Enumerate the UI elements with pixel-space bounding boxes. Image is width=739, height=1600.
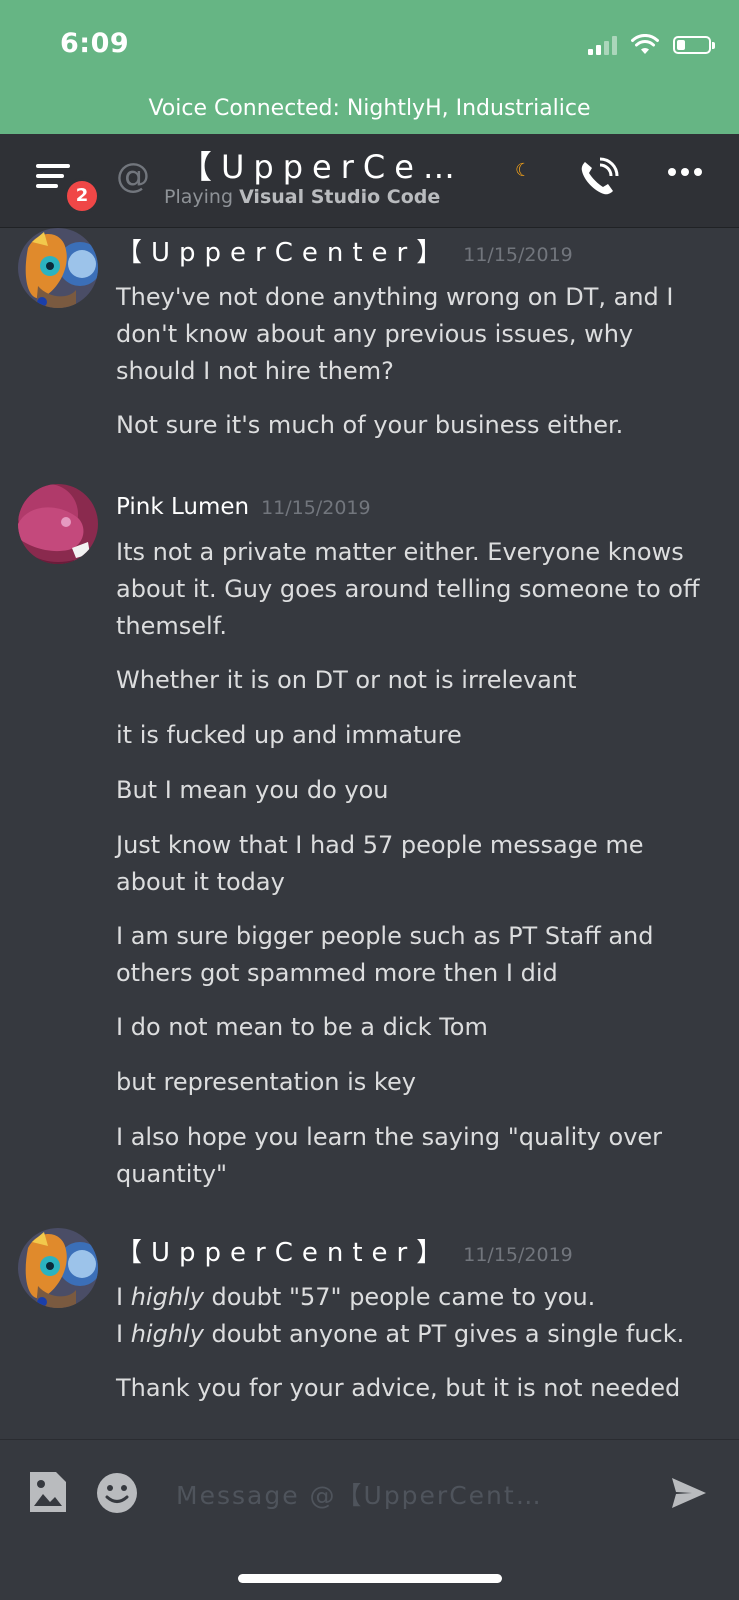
message-composer: Message @【UpperCent… bbox=[0, 1439, 739, 1600]
avatar[interactable] bbox=[18, 484, 98, 564]
message-line: it is fucked up and immature bbox=[116, 721, 462, 749]
status-icons bbox=[588, 30, 715, 60]
cellular-signal-icon bbox=[588, 35, 617, 55]
message-author[interactable]: 【UpperCenter】 11/15/2019 bbox=[116, 232, 573, 269]
message-line: I do not mean to be a dick Tom bbox=[116, 1013, 488, 1041]
image-upload-icon[interactable] bbox=[28, 1470, 68, 1514]
dm-header: 2 @ 【UpperCe… ☾ Playing Visual Studio Co… bbox=[0, 134, 739, 228]
notification-badge: 2 bbox=[64, 178, 100, 214]
voice-connected-banner[interactable]: 6:09 Voice Connected: NightlyH, Industri… bbox=[0, 0, 739, 134]
author-name[interactable]: 【UpperCenter】 bbox=[116, 1238, 451, 1268]
message-line: Just know that I had 57 people message m… bbox=[116, 831, 644, 896]
at-icon: @ bbox=[116, 156, 150, 196]
playing-app: Visual Studio Code bbox=[239, 186, 441, 208]
send-icon[interactable] bbox=[670, 1476, 708, 1510]
author-name[interactable]: Pink Lumen bbox=[116, 494, 249, 520]
home-indicator bbox=[238, 1574, 502, 1583]
message-line: Not sure it's much of your business eith… bbox=[116, 411, 624, 439]
message-input[interactable]: Message @【UpperCent… bbox=[176, 1476, 543, 1512]
message-line: I am sure bigger people such as PT Staff… bbox=[116, 922, 654, 987]
message-list[interactable]: 【UpperCenter】 11/15/2019 They've not done… bbox=[0, 228, 739, 1439]
message-line: I highly doubt anyone at PT gives a sing… bbox=[116, 1320, 685, 1348]
author-name[interactable]: 【UpperCenter】 bbox=[116, 238, 451, 268]
message-line: They've not done anything wrong on DT, a… bbox=[116, 283, 674, 385]
emoji-icon[interactable] bbox=[96, 1472, 138, 1514]
more-options-button[interactable] bbox=[668, 168, 702, 176]
status-time: 6:09 bbox=[60, 28, 130, 59]
battery-icon bbox=[673, 36, 715, 54]
message-line: but representation is key bbox=[116, 1068, 416, 1096]
avatar[interactable] bbox=[18, 1228, 98, 1308]
message-timestamp: 11/15/2019 bbox=[261, 497, 371, 519]
message-author[interactable]: 【UpperCenter】 11/15/2019 bbox=[116, 1232, 573, 1269]
wifi-icon bbox=[631, 34, 659, 54]
message-line: Thank you for your advice, but it is not… bbox=[116, 1374, 681, 1402]
playing-prefix: Playing bbox=[164, 186, 234, 208]
message-line: I also hope you learn the saying "qualit… bbox=[116, 1123, 663, 1188]
menu-button[interactable]: 2 bbox=[36, 162, 100, 214]
activity-status: Playing Visual Studio Code bbox=[164, 186, 440, 208]
message-timestamp: 11/15/2019 bbox=[463, 244, 573, 266]
message-line: Whether it is on DT or not is irrelevant bbox=[116, 666, 577, 694]
message-line: But I mean you do you bbox=[116, 776, 389, 804]
message-author[interactable]: Pink Lumen 11/15/2019 bbox=[116, 494, 371, 520]
idle-moon-icon: ☾ bbox=[515, 160, 532, 181]
avatar[interactable] bbox=[18, 228, 98, 308]
voice-call-icon[interactable] bbox=[576, 156, 620, 200]
message-timestamp: 11/15/2019 bbox=[463, 1244, 573, 1266]
dm-username[interactable]: 【UpperCe… bbox=[180, 142, 464, 188]
voice-connected-text: Voice Connected: NightlyH, Industrialice bbox=[148, 96, 591, 121]
message-line: I highly doubt "57" people came to you. bbox=[116, 1283, 596, 1311]
message-line: Its not a private matter either. Everyon… bbox=[116, 538, 700, 640]
